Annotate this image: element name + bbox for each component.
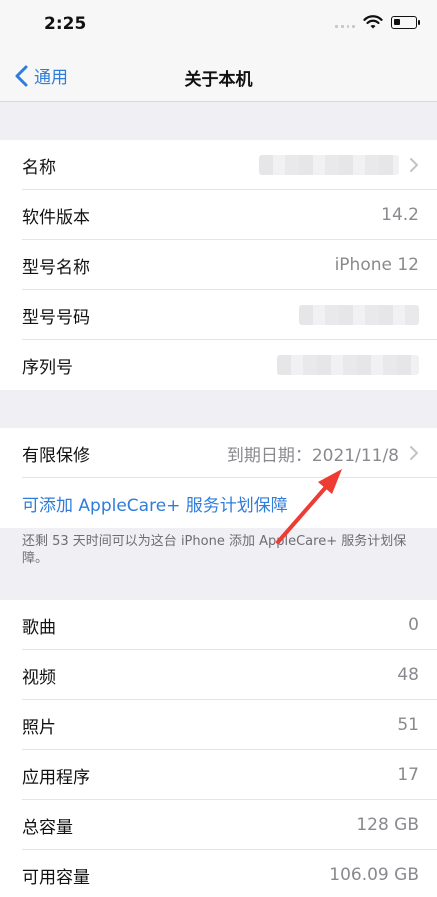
- chevron-right-icon: [410, 158, 418, 172]
- row-value: 0: [408, 615, 419, 635]
- row-value: iPhone 12: [334, 255, 419, 275]
- row-value: 128 GB: [356, 815, 419, 835]
- applecare-footnote: 还剩 53 天时间可以为这台 iPhone 添加 AppleCare+ 服务计划…: [22, 534, 407, 566]
- row-photos: 照片 51: [0, 700, 437, 750]
- row-value: 14.2: [381, 205, 419, 225]
- row-label: 序列号: [22, 357, 73, 378]
- battery-icon: [391, 16, 420, 29]
- row-value: 48: [397, 665, 419, 685]
- device-info-group: 名称 软件版本 14.2 型号名称 iPhone 12 型号号码 序列号: [0, 140, 437, 390]
- row-limited-warranty[interactable]: 有限保修 到期日期：2021/11/8: [0, 428, 437, 478]
- redacted-value: [277, 355, 419, 375]
- row-label: 视频: [22, 667, 56, 688]
- media-stats-group: 歌曲 0 视频 48 照片 51 应用程序 17 总容量 128 GB 可用容量…: [0, 600, 437, 897]
- row-label: 照片: [22, 717, 56, 738]
- row-songs: 歌曲 0: [0, 600, 437, 650]
- navigation-bar: 通用 关于本机: [0, 50, 437, 102]
- warranty-expiry: 到期日期：2021/11/8: [226, 445, 399, 466]
- row-serial-number[interactable]: 序列号: [0, 340, 437, 390]
- redacted-value: [259, 155, 399, 175]
- redacted-value: [299, 305, 419, 325]
- row-label: 应用程序: [22, 767, 90, 788]
- row-label: 软件版本: [22, 207, 90, 228]
- row-value: 106.09 GB: [329, 865, 419, 885]
- row-name[interactable]: 名称: [0, 140, 437, 190]
- row-value: 17: [397, 765, 419, 785]
- warranty-group: 有限保修 到期日期：2021/11/8 可添加 AppleCare+ 服务计划保…: [0, 428, 437, 528]
- row-label: 可用容量: [22, 867, 90, 888]
- row-label: 型号号码: [22, 307, 90, 328]
- wifi-icon: [363, 15, 383, 29]
- row-label: 有限保修: [22, 445, 90, 466]
- row-label: 型号名称: [22, 257, 90, 278]
- row-software-version[interactable]: 软件版本 14.2: [0, 190, 437, 240]
- row-label: 名称: [22, 157, 56, 178]
- status-bar: 2:25: [0, 0, 437, 50]
- row-model-number[interactable]: 型号号码: [0, 290, 437, 340]
- row-model-name[interactable]: 型号名称 iPhone 12: [0, 240, 437, 290]
- row-label: 歌曲: [22, 617, 56, 638]
- page-title: 关于本机: [184, 70, 253, 90]
- row-applications: 应用程序 17: [0, 750, 437, 800]
- row-videos: 视频 48: [0, 650, 437, 700]
- row-available: 可用容量 106.09 GB: [0, 850, 437, 897]
- status-time: 2:25: [44, 14, 87, 34]
- chevron-right-icon: [410, 446, 418, 460]
- row-capacity: 总容量 128 GB: [0, 800, 437, 850]
- status-icons: [335, 15, 420, 30]
- applecare-link[interactable]: 可添加 AppleCare+ 服务计划保障: [0, 478, 437, 528]
- row-value: 51: [397, 715, 419, 735]
- signal-icon: [335, 18, 355, 28]
- row-label: 总容量: [22, 817, 73, 838]
